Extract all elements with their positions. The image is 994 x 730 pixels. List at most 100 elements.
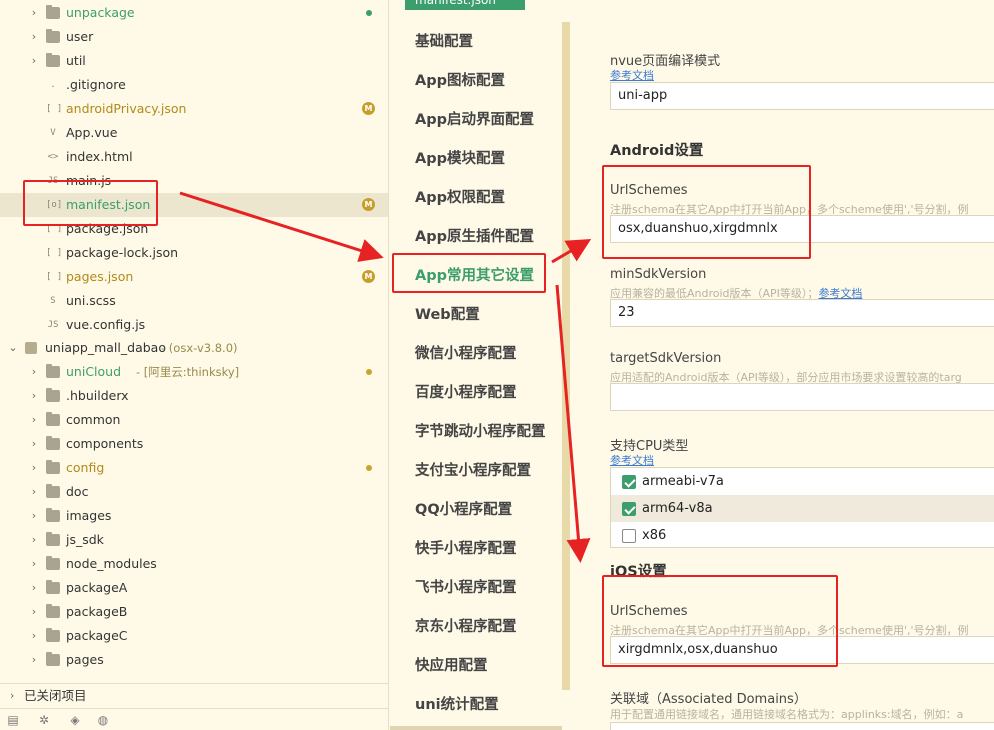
tree-file-row[interactable]: [ ] package-lock.json	[0, 241, 388, 265]
tree-item-label: packageC	[66, 628, 128, 643]
cpu-option-row[interactable]: x86	[611, 522, 994, 549]
nav-item[interactable]: App启动界面配置	[415, 108, 534, 132]
associated-domains-input[interactable]	[610, 722, 994, 730]
tree-folder-row[interactable]: › images	[0, 504, 388, 528]
explorer-icon[interactable]: ▤	[6, 713, 20, 727]
nvue-doc-link[interactable]: 参考文档	[610, 67, 654, 83]
chevron-right-icon[interactable]: ›	[28, 456, 40, 480]
tree-folder-row[interactable]: › components	[0, 432, 388, 456]
tree-folder-row[interactable]: › packageB	[0, 600, 388, 624]
nav-item[interactable]: 微信小程序配置	[415, 342, 517, 366]
tree-folder-row[interactable]: › doc	[0, 480, 388, 504]
tree-file-row[interactable]: [ ] androidPrivacy.json M	[0, 97, 388, 121]
chevron-right-icon[interactable]: ›	[28, 384, 40, 408]
associated-domains-label: 关联域（Associated Domains）	[610, 692, 807, 707]
cpu-doc-link[interactable]: 参考文档	[610, 452, 654, 468]
tree-file-row[interactable]: <> index.html	[0, 145, 388, 169]
tree-file-row[interactable]: JS vue.config.js	[0, 313, 388, 337]
tree-item-label: androidPrivacy.json	[66, 101, 187, 116]
folder-icon	[46, 364, 60, 378]
nav-item[interactable]: App权限配置	[415, 186, 505, 210]
chevron-right-icon[interactable]: ›	[28, 49, 40, 73]
ios-urlschemes-label: UrlSchemes	[610, 604, 688, 619]
folder-icon	[46, 628, 60, 642]
tree-item-label: pages	[66, 652, 104, 667]
tree-folder-row[interactable]: › user	[0, 25, 388, 49]
tree-folder-row[interactable]: › .hbuilderx	[0, 384, 388, 408]
tree-file-row[interactable]: [o] manifest.json M	[0, 193, 388, 217]
tree-folder-row[interactable]: › packageA	[0, 576, 388, 600]
cpu-option-label: armeabi-v7a	[642, 474, 724, 489]
chevron-right-icon[interactable]: ›	[28, 1, 40, 25]
chevron-right-icon[interactable]: ›	[28, 408, 40, 432]
tree-folder-row[interactable]: › config	[0, 456, 388, 480]
nav-horizontal-scrollbar[interactable]	[390, 726, 562, 730]
tree-item-label: uni.scss	[66, 293, 116, 308]
chevron-right-icon[interactable]: ›	[28, 552, 40, 576]
cpu-option-row[interactable]: arm64-v8a	[611, 495, 994, 522]
chevron-right-icon[interactable]: ›	[28, 600, 40, 624]
chevron-right-icon[interactable]: ›	[28, 360, 40, 384]
editor-tab-manifest[interactable]: manifest.json	[405, 0, 525, 10]
tree-file-row[interactable]: Suni.scss	[0, 289, 388, 313]
tree-file-row[interactable]: [ ] pages.json M	[0, 265, 388, 289]
chevron-right-icon[interactable]: ›	[28, 504, 40, 528]
tree-file-row[interactable]: . .gitignore	[0, 73, 388, 97]
project-name: uniapp_mall_dabao	[45, 340, 166, 355]
target-sdk-input[interactable]	[610, 383, 994, 411]
nav-item[interactable]: 京东小程序配置	[415, 615, 517, 639]
min-sdk-input[interactable]: 23	[610, 299, 994, 327]
nav-scrollbar[interactable]	[562, 22, 570, 690]
folder-icon	[46, 29, 60, 43]
nav-item[interactable]: 快应用配置	[415, 654, 488, 678]
nav-item[interactable]: App常用其它设置	[415, 264, 534, 288]
nav-item[interactable]: Web配置	[415, 303, 480, 327]
closed-projects-item[interactable]: › 已关闭项目	[0, 683, 388, 707]
chevron-right-icon[interactable]: ›	[28, 576, 40, 600]
tree-folder-row[interactable]: › util	[0, 49, 388, 73]
nav-item[interactable]: QQ小程序配置	[415, 498, 512, 522]
tree-folder-row[interactable]: › pages	[0, 648, 388, 672]
tree-folder-row[interactable]: › common	[0, 408, 388, 432]
nvue-mode-select[interactable]: uni-app	[610, 82, 994, 110]
folder-icon	[46, 5, 60, 19]
file-file-icon: .	[50, 80, 56, 90]
project-root-row[interactable]: ⌄ uniapp_mall_dabao - (osx-v3.8.0)	[0, 336, 388, 360]
nav-item[interactable]: 百度小程序配置	[415, 381, 517, 405]
chevron-right-icon[interactable]: ›	[28, 528, 40, 552]
tree-folder-row[interactable]: › js_sdk	[0, 528, 388, 552]
plugins-icon[interactable]: ◍	[96, 713, 110, 727]
folder-icon	[46, 556, 60, 570]
chevron-down-icon[interactable]: ⌄	[7, 336, 19, 360]
nav-item[interactable]: App原生插件配置	[415, 225, 534, 249]
nav-item[interactable]: 基础配置	[415, 30, 473, 54]
nav-item[interactable]: 飞书小程序配置	[415, 576, 517, 600]
chevron-right-icon[interactable]: ›	[28, 480, 40, 504]
extensions-icon[interactable]: ◈	[68, 713, 82, 727]
tree-folder-row[interactable]: › node_modules	[0, 552, 388, 576]
tree-file-row[interactable]: [ ] package.json	[0, 217, 388, 241]
chevron-right-icon[interactable]: ›	[28, 648, 40, 672]
debug-icon[interactable]: ✲	[37, 713, 51, 727]
nav-item[interactable]: uni统计配置	[415, 693, 499, 717]
tree-file-row[interactable]: JS main.js	[0, 169, 388, 193]
tree-file-row[interactable]: V App.vue	[0, 121, 388, 145]
checkbox-icon[interactable]	[622, 475, 636, 489]
android-urlschemes-label: UrlSchemes	[610, 183, 688, 198]
nav-item[interactable]: App图标配置	[415, 69, 505, 93]
android-urlschemes-input[interactable]: osx,duanshuo,xirgdmnlx	[610, 215, 994, 243]
chevron-right-icon[interactable]: ›	[28, 25, 40, 49]
ios-urlschemes-input[interactable]: xirgdmnlx,osx,duanshuo	[610, 636, 994, 664]
tree-folder-row[interactable]: › unpackage	[0, 1, 388, 25]
chevron-right-icon[interactable]: ›	[28, 432, 40, 456]
nav-item[interactable]: 字节跳动小程序配置	[415, 420, 546, 444]
checkbox-icon[interactable]	[622, 529, 636, 543]
tree-folder-row[interactable]: › uniCloud - [阿里云:thinksky]	[0, 360, 388, 384]
nav-item[interactable]: 快手小程序配置	[415, 537, 517, 561]
nav-item[interactable]: 支付宝小程序配置	[415, 459, 531, 483]
tree-folder-row[interactable]: › packageC	[0, 624, 388, 648]
nav-item[interactable]: App模块配置	[415, 147, 505, 171]
chevron-right-icon[interactable]: ›	[28, 624, 40, 648]
cpu-option-row[interactable]: armeabi-v7a	[611, 468, 994, 495]
checkbox-icon[interactable]	[622, 502, 636, 516]
